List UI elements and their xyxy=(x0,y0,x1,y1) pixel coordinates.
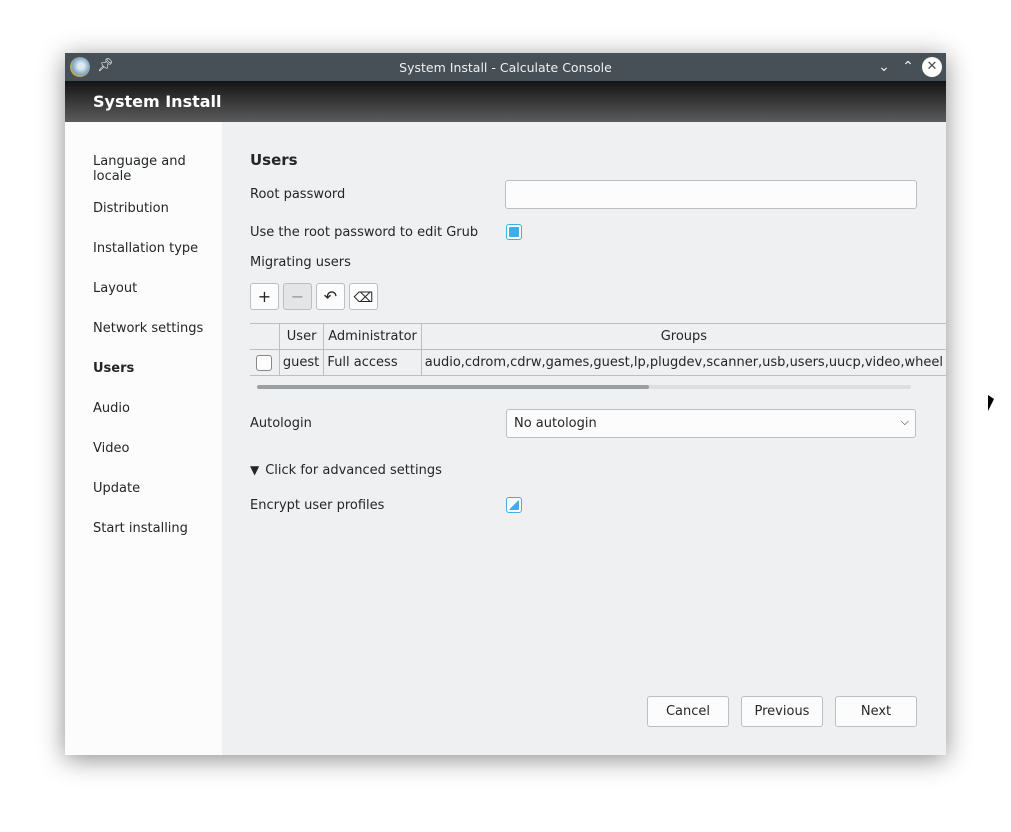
header-select xyxy=(250,323,280,350)
triangle-down-icon: ▼ xyxy=(250,463,260,477)
cancel-button[interactable]: Cancel xyxy=(647,696,729,727)
undo-icon: ↶ xyxy=(323,287,338,306)
autologin-label: Autologin xyxy=(250,416,312,431)
title-bar[interactable]: 📌︎ System Install - Calculate Console ⌄ … xyxy=(65,53,946,81)
advanced-settings-toggle[interactable]: ▼ Click for advanced settings xyxy=(250,463,442,478)
header-user[interactable]: User xyxy=(278,323,325,350)
autologin-select[interactable]: No autologin ⌵ xyxy=(506,409,916,438)
root-password-input[interactable] xyxy=(505,180,917,209)
sidebar-item-audio[interactable]: Audio xyxy=(93,401,213,416)
header-groups[interactable]: Groups xyxy=(420,323,946,350)
scrollbar-thumb[interactable] xyxy=(257,385,649,389)
cell-administrator: Full access xyxy=(323,349,422,376)
sidebar-item-start-installing[interactable]: Start installing xyxy=(93,521,213,536)
mouse-cursor-icon xyxy=(988,395,994,411)
header-administrator[interactable]: Administrator xyxy=(323,323,422,350)
add-user-button[interactable]: + xyxy=(250,283,279,310)
remove-user-button[interactable]: − xyxy=(283,283,312,310)
next-button[interactable]: Next xyxy=(835,696,917,727)
main-panel: Users Root password Use the root passwor… xyxy=(222,122,946,755)
table-header: User Administrator Groups xyxy=(250,323,946,350)
previous-button[interactable]: Previous xyxy=(741,696,823,727)
header-banner: System Install xyxy=(65,81,946,122)
grub-password-checkbox[interactable] xyxy=(506,224,522,240)
root-password-label: Root password xyxy=(250,187,346,202)
horizontal-scrollbar[interactable] xyxy=(257,385,911,389)
cell-groups: audio,cdrom,cdrw,games,guest,lp,plugdev,… xyxy=(420,349,946,376)
users-table: User Administrator Groups guest Full acc… xyxy=(250,323,946,376)
header-title: System Install xyxy=(93,92,222,111)
close-icon[interactable]: ✕ xyxy=(922,57,942,77)
sidebar-item-update[interactable]: Update xyxy=(93,481,213,496)
install-window: 📌︎ System Install - Calculate Console ⌄ … xyxy=(65,53,946,755)
page-title: Users xyxy=(250,151,298,169)
maximize-icon[interactable]: ⌃ xyxy=(898,57,918,77)
table-row[interactable]: guest Full access audio,cdrom,cdrw,games… xyxy=(250,349,946,376)
migrating-users-label: Migrating users xyxy=(250,255,351,270)
encrypt-profiles-checkbox[interactable] xyxy=(506,497,522,513)
sidebar-item-users[interactable]: Users xyxy=(93,361,213,376)
chevron-down-icon: ⌵ xyxy=(900,415,909,428)
sidebar-item-network[interactable]: Network settings xyxy=(93,321,213,336)
sidebar-item-installation-type[interactable]: Installation type xyxy=(93,241,213,256)
backspace-icon: ⌫ xyxy=(353,290,374,306)
cell-user: guest xyxy=(278,349,325,376)
row-checkbox[interactable] xyxy=(256,354,273,371)
encrypt-profiles-label: Encrypt user profiles xyxy=(250,498,385,513)
window-title: System Install - Calculate Console xyxy=(399,60,612,75)
minus-icon: − xyxy=(290,287,305,306)
plus-icon: + xyxy=(257,287,272,306)
sidebar-item-language[interactable]: Language and locale xyxy=(93,154,213,184)
clear-button[interactable]: ⌫ xyxy=(349,283,378,310)
grub-password-label: Use the root password to edit Grub xyxy=(250,225,479,240)
sidebar-item-distribution[interactable]: Distribution xyxy=(93,201,213,216)
sidebar-item-video[interactable]: Video xyxy=(93,441,213,456)
autologin-value: No autologin xyxy=(514,416,597,431)
advanced-settings-label: Click for advanced settings xyxy=(265,463,442,478)
sidebar: Language and locale Distribution Install… xyxy=(65,122,222,755)
minimize-icon[interactable]: ⌄ xyxy=(874,57,894,77)
sidebar-item-layout[interactable]: Layout xyxy=(93,281,213,296)
reset-button[interactable]: ↶ xyxy=(316,283,345,310)
